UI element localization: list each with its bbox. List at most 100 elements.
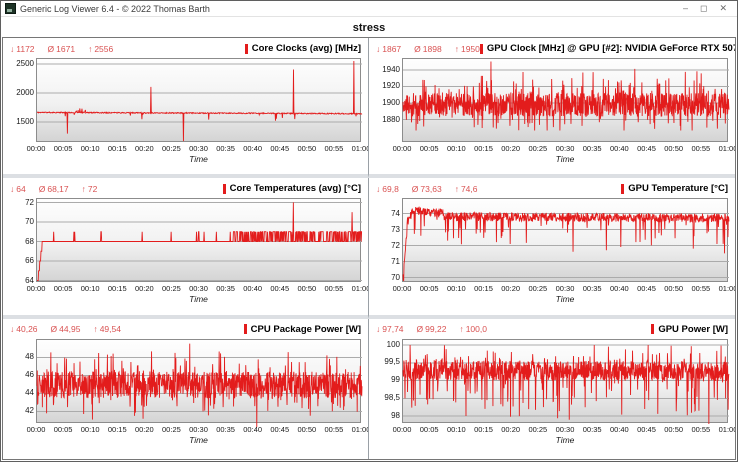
chart-area[interactable]: 9898,59999,5100 [402,339,728,423]
x-tick-label: 00:45 [637,284,656,293]
x-axis-labels: 00:0000:0500:1000:1500:2000:2500:3000:35… [36,283,361,294]
x-tick-label: 01:00 [352,284,369,293]
plot-surface[interactable]: 42444648 [36,339,361,423]
chart-area[interactable]: 42444648 [36,339,361,423]
chart-title: CPU Package Power [W] [251,324,361,335]
stat-min-value: 40,26 [16,324,37,334]
x-tick-label: 00:10 [81,144,100,153]
x-tick-label: 00:05 [420,144,439,153]
y-tick-label: 68 [25,237,34,246]
minimize-button[interactable]: – [683,4,688,13]
chart-area[interactable]: 150020002500 [36,58,361,142]
y-tick-label: 71 [391,257,400,266]
chart-grid: ↓1172 Ø1671 ↑2556 Core Clocks (avg) [MHz… [2,37,736,460]
x-tick-label: 00:05 [420,284,439,293]
series-stats: ↓1867 Ø1898 ↑1950 [376,44,480,54]
chart-area[interactable]: 6466687072 [36,198,361,282]
close-button[interactable]: ✕ [719,4,727,13]
legend-color-bar [244,324,247,334]
plot-surface[interactable]: 9898,59999,5100 [402,339,728,423]
x-axis-labels: 00:0000:0500:1000:1500:2000:2500:3000:35… [36,143,361,154]
min-arrow-icon: ↓ [376,44,380,54]
stat-min-value: 69,8 [382,184,399,194]
x-tick-label: 00:20 [501,425,520,434]
x-axis-labels: 00:0000:0500:1000:1500:2000:2500:3000:35… [402,283,728,294]
y-tick-label: 66 [25,256,34,265]
x-tick-label: 00:50 [664,284,683,293]
y-tick-label: 70 [25,217,34,226]
stat-avg-value: 1671 [56,44,75,54]
x-tick-label: 00:10 [447,284,466,293]
x-tick-label: 00:35 [216,284,235,293]
chart-area[interactable]: 1880190019201940 [402,58,728,142]
x-axis-title: Time [36,435,361,446]
x-tick-label: 00:30 [556,425,575,434]
x-tick-label: 01:00 [719,284,735,293]
chart-panel: ↓40,26 Ø44,95 ↑49,54 CPU Package Power [… [3,319,369,459]
series-line [37,343,362,426]
stat-max-value: 2556 [94,44,113,54]
x-tick-label: 00:05 [420,425,439,434]
x-axis-title: Time [402,154,728,165]
chart-header: ↓97,74 Ø99,22 ↑100,0 GPU Power [W] [376,322,728,337]
x-tick-label: 00:40 [610,284,629,293]
series-legend: Core Clocks (avg) [MHz] [245,43,361,54]
x-tick-label: 00:40 [610,144,629,153]
avg-symbol-icon: Ø [414,44,421,54]
plot-surface[interactable]: 150020002500 [36,58,361,142]
x-tick-label: 00:00 [27,425,46,434]
x-tick-label: 00:05 [54,425,73,434]
stat-avg: Ø68,17 [39,184,69,194]
x-tick-label: 00:50 [297,144,316,153]
x-tick-label: 00:45 [270,425,289,434]
plot-surface[interactable]: 7071727374 [402,198,728,282]
stat-max: ↑72 [82,184,98,194]
x-tick-label: 00:50 [664,144,683,153]
x-tick-label: 00:35 [583,425,602,434]
chart-header: ↓40,26 Ø44,95 ↑49,54 CPU Package Power [… [10,322,361,337]
stat-avg-value: 1898 [423,44,442,54]
stat-max: ↑74,6 [455,184,478,194]
legend-color-bar [651,324,654,334]
x-tick-label: 00:35 [216,425,235,434]
min-arrow-icon: ↓ [376,184,380,194]
y-tick-label: 98 [391,411,400,420]
x-axis-title: Time [402,294,728,305]
x-tick-label: 00:00 [393,425,412,434]
x-tick-label: 00:25 [528,425,547,434]
y-tick-label: 48 [25,352,34,361]
x-tick-label: 00:50 [297,425,316,434]
x-tick-label: 00:25 [162,284,181,293]
x-tick-label: 00:55 [325,144,344,153]
x-tick-label: 00:25 [528,144,547,153]
x-tick-label: 00:55 [325,284,344,293]
stat-avg-value: 99,22 [425,324,446,334]
chart-header: ↓64 Ø68,17 ↑72 Core Temperatures (avg) [… [10,181,361,196]
y-tick-label: 70 [391,273,400,282]
stat-min: ↓97,74 [376,324,404,334]
maximize-button[interactable]: ◻ [700,4,707,13]
y-tick-label: 100 [387,340,400,349]
min-arrow-icon: ↓ [10,324,14,334]
x-tick-label: 00:15 [108,284,127,293]
x-axis-labels: 00:0000:0500:1000:1500:2000:2500:3000:35… [36,424,361,435]
x-tick-label: 00:30 [189,144,208,153]
x-tick-label: 00:30 [556,284,575,293]
max-arrow-icon: ↑ [459,324,463,334]
chart-header: ↓1172 Ø1671 ↑2556 Core Clocks (avg) [MHz… [10,41,361,56]
stat-max: ↑100,0 [459,324,487,334]
x-tick-label: 00:55 [325,425,344,434]
plot-surface[interactable]: 6466687072 [36,198,361,282]
y-tick-label: 1500 [16,117,34,126]
plot-surface[interactable]: 1880190019201940 [402,58,728,142]
series-legend: CPU Package Power [W] [244,324,361,335]
stat-min-value: 64 [16,184,25,194]
series-stats: ↓1172 Ø1671 ↑2556 [10,44,113,54]
chart-header: ↓1867 Ø1898 ↑1950 GPU Clock [MHz] @ GPU … [376,41,728,56]
chart-area[interactable]: 7071727374 [402,198,728,282]
y-tick-label: 73 [391,225,400,234]
stat-avg: Ø99,22 [417,324,447,334]
max-arrow-icon: ↑ [455,184,459,194]
x-tick-label: 00:10 [81,425,100,434]
x-tick-label: 00:25 [528,284,547,293]
